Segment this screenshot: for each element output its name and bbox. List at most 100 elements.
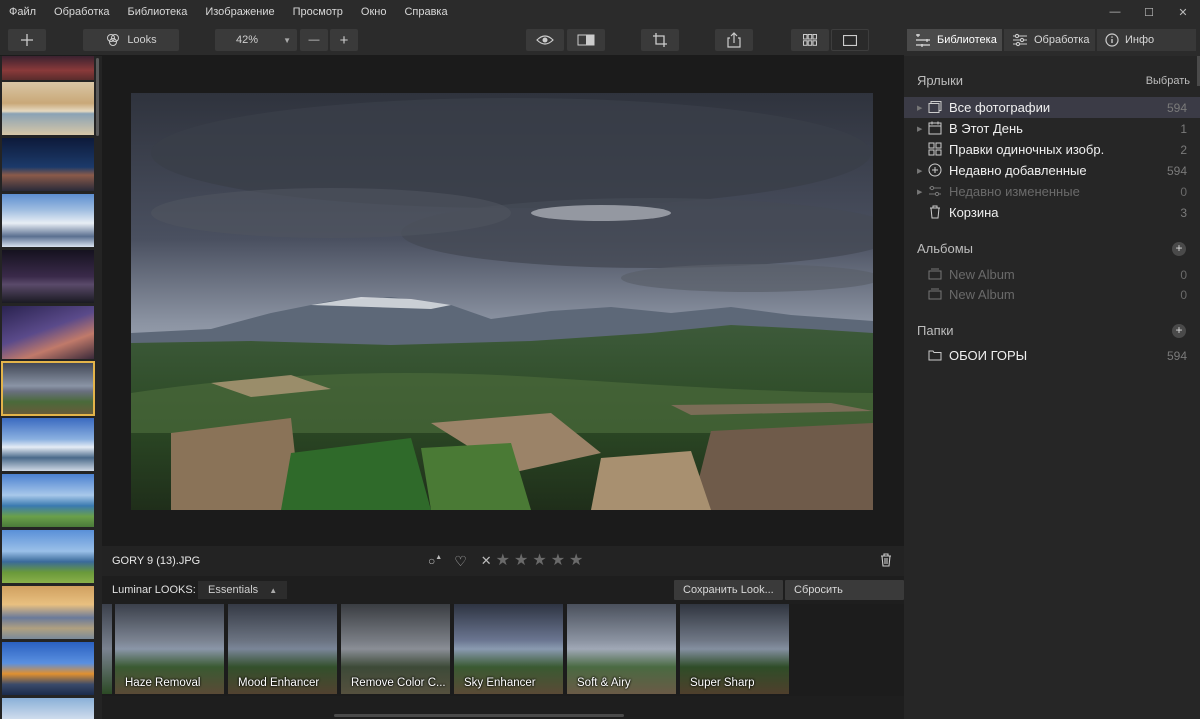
color-label-icon[interactable]: ○▲ <box>428 554 442 568</box>
crop-button[interactable] <box>641 29 679 51</box>
shortcut-count: 0 <box>1180 184 1187 199</box>
filmstrip-scrollbar[interactable] <box>96 58 99 136</box>
maximize-button[interactable]: ☐ <box>1132 0 1166 24</box>
shortcut-trash[interactable]: Корзина 3 <box>904 202 1200 223</box>
tab-info[interactable]: Инфо <box>1097 29 1196 51</box>
main-photo <box>131 93 873 510</box>
thumbnail[interactable] <box>2 306 94 359</box>
plus-icon <box>21 34 33 46</box>
thumbnail[interactable] <box>2 586 94 639</box>
add-photos-button[interactable] <box>8 29 46 51</box>
shortcut-count: 2 <box>1180 142 1187 157</box>
star-icon[interactable]: ★ <box>569 553 583 569</box>
reject-icon[interactable]: ✕ <box>481 553 492 569</box>
look-preset[interactable]: Mood Enhancer <box>228 604 337 694</box>
thumbnail[interactable] <box>2 138 94 191</box>
looks-label: Looks <box>127 34 157 46</box>
menu-file[interactable]: Файл <box>0 0 45 24</box>
thumbnail[interactable] <box>2 418 94 471</box>
shortcuts-title: Ярлыки <box>917 73 964 88</box>
thumbnail[interactable] <box>2 474 94 527</box>
tab-edit[interactable]: Обработка <box>1004 29 1095 51</box>
minimize-button[interactable]: — <box>1098 0 1132 24</box>
thumbnail[interactable] <box>2 530 94 583</box>
thumbnail-selected[interactable] <box>1 361 95 416</box>
menu-help[interactable]: Справка <box>395 0 456 24</box>
album-item[interactable]: New Album 0 <box>904 284 1200 305</box>
shortcut-count: 1 <box>1180 121 1187 136</box>
shortcut-on-this-day[interactable]: ▶ В Этот День 1 <box>904 118 1200 139</box>
star-icon[interactable]: ★ <box>532 553 546 569</box>
compare-button[interactable] <box>567 29 605 51</box>
star-icon[interactable]: ★ <box>514 553 528 569</box>
menu-library[interactable]: Библиотека <box>119 0 197 24</box>
looks-scrollbar[interactable] <box>334 714 624 717</box>
star-icon[interactable]: ★ <box>551 553 565 569</box>
folder-icon <box>928 350 942 361</box>
thumbnail[interactable] <box>2 642 94 695</box>
thumbnail[interactable] <box>2 56 94 80</box>
share-icon <box>727 32 741 48</box>
star-icon[interactable]: ★ <box>496 553 510 569</box>
looks-category-dropdown[interactable]: Essentials ▲ <box>198 581 288 599</box>
shortcut-recently-edited[interactable]: ▶ Недавно измененные 0 <box>904 181 1200 202</box>
close-button[interactable]: ✕ <box>1166 0 1200 24</box>
looks-title: Luminar LOOKS: <box>112 584 196 596</box>
look-preset-partial[interactable] <box>102 604 112 694</box>
thumbnail[interactable] <box>2 698 94 719</box>
add-album-button[interactable]: + <box>1172 242 1186 256</box>
menu-edit[interactable]: Обработка <box>45 0 118 24</box>
look-preset[interactable]: Soft & Airy <box>567 604 676 694</box>
shortcut-all-photos[interactable]: ▶ Все фотографии 594 <box>904 97 1200 118</box>
preview-button[interactable] <box>526 29 564 51</box>
looks-icon <box>107 34 120 46</box>
heart-icon[interactable]: ♡ <box>454 553 467 570</box>
sliders-icon <box>929 185 941 197</box>
compare-icon <box>577 34 595 46</box>
look-preset[interactable]: Remove Color C... <box>341 604 450 694</box>
expand-arrow-icon[interactable]: ▶ <box>917 188 922 196</box>
menu-view[interactable]: Просмотр <box>284 0 352 24</box>
single-view-button[interactable] <box>831 29 869 51</box>
panel-tabs: Библиотека Обработка Инфо <box>904 24 1200 56</box>
thumbnail[interactable] <box>2 82 94 135</box>
add-folder-button[interactable]: + <box>1172 324 1186 338</box>
zoom-select[interactable]: 42% ▼ <box>215 29 297 51</box>
sliders-tab-icon <box>1013 33 1027 47</box>
look-preset[interactable]: Sky Enhancer <box>454 604 563 694</box>
thumbnail[interactable] <box>2 250 94 303</box>
zoom-out-button[interactable]: — <box>300 29 328 51</box>
folder-label: ОБОИ ГОРЫ <box>949 348 1028 363</box>
shortcut-label: Корзина <box>949 205 999 220</box>
album-icon <box>928 268 942 280</box>
reset-settings-button[interactable]: Сбросить настройки <box>785 580 904 616</box>
add-circle-icon <box>928 163 942 177</box>
menu-window[interactable]: Окно <box>352 0 396 24</box>
thumbnail[interactable] <box>2 194 94 247</box>
look-preset[interactable]: Super Sharp <box>680 604 789 694</box>
share-button[interactable] <box>715 29 753 51</box>
menu-image[interactable]: Изображение <box>196 0 283 24</box>
album-item[interactable]: New Album 0 <box>904 264 1200 285</box>
save-look-button[interactable]: Сохранить Look... <box>674 580 783 600</box>
grid-view-icon <box>803 34 817 46</box>
eye-icon <box>536 35 554 45</box>
looks-button[interactable]: Looks <box>83 29 179 51</box>
shortcut-recently-added[interactable]: ▶ Недавно добавленные 594 <box>904 160 1200 181</box>
gallery-view-button[interactable] <box>791 29 829 51</box>
window-controls: — ☐ ✕ <box>1098 0 1200 24</box>
look-preset[interactable]: Haze Removal <box>115 604 224 694</box>
looks-category-value: Essentials <box>208 584 259 596</box>
zoom-in-button[interactable]: + <box>330 29 358 51</box>
tab-library[interactable]: Библиотека <box>907 29 1002 51</box>
rating-controls: ○▲ ♡ ✕ ★ ★ ★ ★ ★ <box>428 553 583 570</box>
expand-arrow-icon[interactable]: ▶ <box>917 104 922 112</box>
select-button[interactable]: Выбрать <box>1146 75 1190 87</box>
folder-item[interactable]: ОБОИ ГОРЫ 594 <box>904 345 1200 366</box>
look-preset-label: Sky Enhancer <box>464 677 536 689</box>
shortcut-single-edits[interactable]: Правки одиночных изобр. 2 <box>904 139 1200 160</box>
expand-arrow-icon[interactable]: ▶ <box>917 125 922 133</box>
menu-bar: Файл Обработка Библиотека Изображение Пр… <box>0 0 1200 24</box>
delete-icon[interactable] <box>880 552 892 570</box>
expand-arrow-icon[interactable]: ▶ <box>917 167 922 175</box>
